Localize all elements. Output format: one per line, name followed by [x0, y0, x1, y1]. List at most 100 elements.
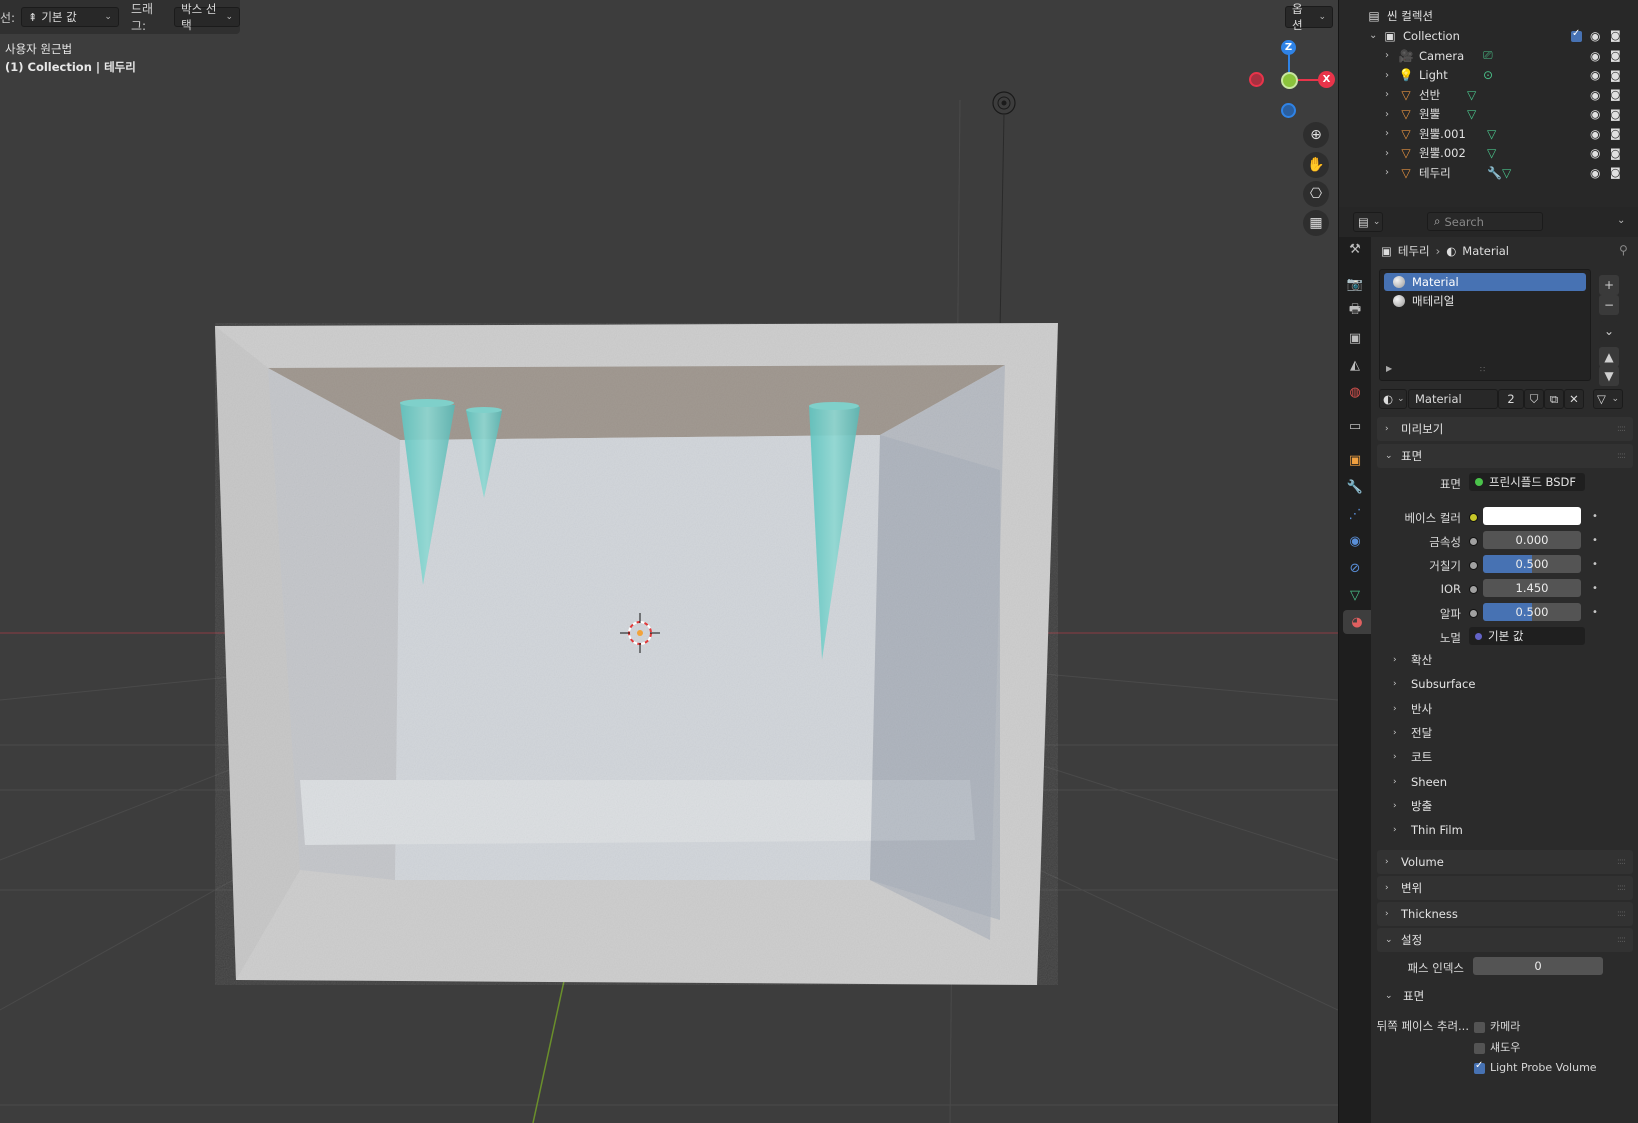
camera-data-icon[interactable]: ⎚ [1483, 48, 1493, 63]
collection-checkbox[interactable] [1571, 28, 1587, 43]
gizmo-neg-z-axis[interactable] [1281, 103, 1296, 118]
surface-subpanel-header[interactable]: › Subsurface [1391, 673, 1475, 695]
modifier-tab-icon[interactable]: 🔧 [1343, 475, 1367, 499]
keyframe-dot-icon[interactable]: • [1592, 559, 1598, 570]
scene-render[interactable] [0, 0, 1338, 1123]
search-input[interactable]: ⌕ Search [1427, 212, 1543, 231]
render-camera-icon[interactable]: ◙ [1610, 108, 1621, 121]
color-socket-icon[interactable] [1469, 513, 1478, 522]
move-down-button[interactable]: ▼ [1599, 366, 1619, 386]
constraints-tab-icon[interactable]: ⊘ [1343, 556, 1367, 580]
3d-viewport[interactable]: 선: ⇞ 기본 값 ⌄ 드래그: 박스 선택 ⌄ 옵션 ⌄ 사용자 원근법 (1… [0, 0, 1338, 1123]
chevron-right-icon[interactable]: › [1385, 70, 1389, 81]
keyframe-dot-icon[interactable]: • [1592, 583, 1598, 594]
normal-field[interactable]: 기본 값 [1469, 627, 1585, 645]
view-layer-tab-icon[interactable]: ▣ [1343, 326, 1367, 350]
eye-icon[interactable]: ◉ [1590, 107, 1600, 121]
settings-surface-subheader[interactable]: ⌄ 표면 [1383, 985, 1424, 1007]
light-object-icon[interactable] [992, 91, 1016, 331]
chevron-right-icon[interactable]: › [1385, 50, 1389, 61]
options-dropdown[interactable]: 옵션 ⌄ [1285, 2, 1333, 32]
shadow-checkbox[interactable]: 섀도우 [1474, 1039, 1520, 1055]
collection-tab-icon[interactable]: ▭ [1343, 414, 1367, 438]
eye-icon[interactable]: ◉ [1590, 146, 1600, 160]
ior-field[interactable]: 1.450 [1483, 579, 1581, 597]
data-tab-icon[interactable]: ▽ [1343, 583, 1367, 607]
material-name-field[interactable]: Material [1408, 389, 1498, 409]
mesh-data-icon[interactable]: ▽ [1487, 127, 1496, 141]
render-camera-icon[interactable]: ◙ [1610, 127, 1621, 140]
link-dropdown[interactable]: ▽ ⌄ [1593, 389, 1623, 409]
gizmo-y-axis[interactable] [1281, 72, 1298, 89]
zoom-icon[interactable]: ⊕ [1303, 122, 1329, 148]
chevron-right-icon[interactable]: › [1385, 167, 1389, 178]
value-socket-icon[interactable] [1469, 585, 1478, 594]
surface-subpanel-header[interactable]: › 전달 [1391, 722, 1432, 744]
gizmo-z-axis[interactable]: Z [1281, 40, 1296, 55]
user-count-field[interactable]: 2 [1498, 389, 1524, 409]
light-data-icon[interactable]: ⊙ [1483, 68, 1493, 82]
hand-pan-icon[interactable]: ✋ [1303, 152, 1329, 178]
outliner-item[interactable]: › 🎥 Camera ⎚ ◉ ◙ [1339, 46, 1638, 65]
physics-tab-icon[interactable]: ◉ [1343, 529, 1367, 553]
navigation-gizmo[interactable]: Z X [1245, 38, 1335, 128]
outliner[interactable]: ▤ 씬 컬렉션 ⌄ ▣ Collection ◉ ◙ › 🎥 Camera ⎚ ◉ ◙ › 💡… [1339, 0, 1638, 207]
value-socket-icon[interactable] [1469, 561, 1478, 570]
surface-subpanel-header[interactable]: › 확산 [1391, 649, 1432, 671]
select-mode-dropdown[interactable]: ⇞ 기본 값 ⌄ [21, 7, 119, 27]
keyframe-dot-icon[interactable]: • [1592, 535, 1598, 546]
outliner-scene-collection[interactable]: ▤ 씬 컬렉션 [1339, 6, 1638, 25]
mesh-data-icon[interactable]: ▽ [1467, 107, 1476, 121]
material-slot[interactable]: Material [1384, 273, 1586, 291]
drag-grip-icon[interactable]: :::: [1617, 883, 1626, 893]
drag-grip-icon[interactable]: :::: [1617, 424, 1626, 434]
camera-view-icon[interactable]: ⎔ [1303, 181, 1329, 207]
box-object[interactable] [215, 323, 1058, 985]
gizmo-x-axis[interactable]: X [1318, 71, 1335, 88]
settings-panel-header[interactable]: ⌄ 설정 :::: [1377, 928, 1633, 952]
move-up-button[interactable]: ▲ [1599, 347, 1619, 367]
material-tab-icon[interactable]: ◕ [1343, 610, 1371, 634]
base-color-swatch[interactable] [1483, 507, 1581, 525]
surface-subpanel-header[interactable]: › Thin Film [1391, 819, 1463, 841]
outliner-collection[interactable]: ⌄ ▣ Collection ◉ ◙ [1339, 26, 1638, 45]
render-tab-icon[interactable]: 📷 [1343, 272, 1367, 296]
surface-panel-header[interactable]: ⌄ 표면 :::: [1377, 444, 1633, 468]
output-tab-icon[interactable]: 🖶 [1343, 299, 1367, 323]
surface-subpanel-header[interactable]: › 방출 [1391, 795, 1432, 817]
eye-icon[interactable]: ◉ [1590, 29, 1600, 43]
outliner-item[interactable]: › ▽ 선반 ▽ ◉ ◙ [1339, 85, 1638, 104]
unlink-material-button[interactable]: ✕ [1564, 389, 1584, 409]
mesh-data-icon[interactable]: ▽ [1487, 146, 1496, 160]
pass-index-field[interactable]: 0 [1473, 957, 1603, 975]
resize-grip-icon[interactable]: ∷ [1480, 365, 1485, 374]
outliner-item[interactable]: › ▽ 테두리 🔧▽ ◉ ◙ [1339, 163, 1638, 182]
object-tab-icon[interactable]: ▣ [1343, 448, 1367, 472]
drag-grip-icon[interactable]: :::: [1617, 451, 1626, 461]
chevron-right-icon[interactable]: › [1385, 128, 1389, 139]
outliner-item[interactable]: › ▽ 원뿔.001 ▽ ◉ ◙ [1339, 124, 1638, 143]
surface-shader-field[interactable]: 프린시플드 BSDF [1469, 473, 1585, 491]
tool-tab-icon[interactable]: ⚒ [1343, 237, 1367, 261]
add-slot-button[interactable]: + [1599, 275, 1619, 295]
drag-grip-icon[interactable]: :::: [1617, 935, 1626, 945]
chevron-down-icon[interactable]: ⌄ [1617, 215, 1625, 226]
light-probe-checkbox[interactable]: Light Probe Volume [1474, 1060, 1597, 1074]
properties-editor[interactable]: ▤ ⌄ ⌕ Search ⌄ ⚒ 📷 🖶 ▣ ◭ ◍ ▭ ▣ 🔧 ⋰ ◉ ⊘ ▽… [1339, 207, 1638, 1123]
render-camera-icon[interactable]: ◙ [1610, 166, 1621, 179]
roughness-slider[interactable]: 0.500 [1483, 555, 1581, 573]
value-socket-icon[interactable] [1469, 537, 1478, 546]
eye-icon[interactable]: ◉ [1590, 127, 1600, 141]
material-slot-list[interactable]: Material 매테리얼 ▶ ∷ [1379, 269, 1591, 381]
eye-icon[interactable]: ◉ [1590, 166, 1600, 180]
chevron-right-icon[interactable]: › [1385, 89, 1389, 100]
surface-subpanel-header[interactable]: › Sheen [1391, 771, 1447, 793]
material-slot[interactable]: 매테리얼 [1384, 292, 1586, 310]
world-tab-icon[interactable]: ◍ [1343, 380, 1367, 404]
particles-tab-icon[interactable]: ⋰ [1343, 502, 1367, 526]
mesh-data-icon[interactable]: ▽ [1467, 88, 1476, 102]
material-browse-button[interactable]: ◐ ⌄ [1379, 389, 1407, 409]
gizmo-neg-x-axis[interactable] [1249, 72, 1264, 87]
drag-grip-icon[interactable]: :::: [1617, 909, 1626, 919]
chevron-right-icon[interactable]: › [1385, 109, 1389, 120]
